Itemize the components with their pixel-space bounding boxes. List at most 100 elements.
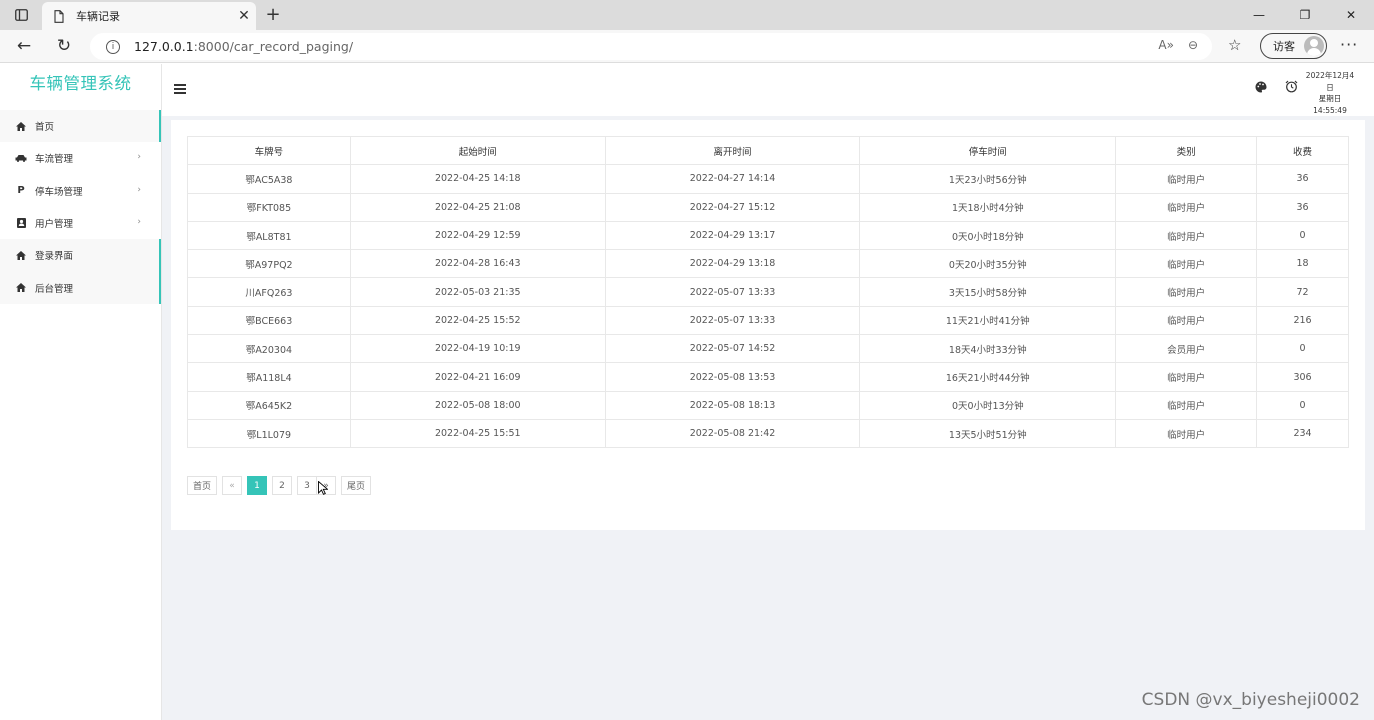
duration-cell: 3天15小时58分钟 <box>859 277 1117 307</box>
sidebar-item-traffic[interactable]: 车流管理 › <box>0 142 161 174</box>
leave-time-cell: 2022-05-08 18:13 <box>604 390 861 420</box>
plate-cell: 鄂A97PQ2 <box>187 249 351 279</box>
chevron-right-icon: › <box>137 152 141 163</box>
table-row: 鄂AL8T81 2022-04-29 12:59 2022-04-29 13:17 0… <box>187 220 1349 251</box>
fee-cell: 0 <box>1256 220 1349 251</box>
table-row: 鄂AC5A38 2022-04-25 14:18 2022-04-27 14:14 1… <box>187 164 1349 194</box>
start-time-cell: 2022-04-28 16:43 <box>349 249 606 279</box>
start-time-cell: 2022-04-25 15:51 <box>349 418 606 449</box>
start-time-cell: 2022-04-29 12:59 <box>349 220 606 251</box>
top-header: 2022年12月4日 星期日 14:55:49 <box>162 64 1374 116</box>
main-content: 车牌号 起始时间 离开时间 停车时间 类别 收费 鄂AC5A38 2022-04-… <box>162 116 1374 720</box>
leave-time-cell: 2022-05-08 21:42 <box>604 418 861 449</box>
home-icon <box>15 283 27 293</box>
tab-title: 车辆记录 <box>76 10 120 23</box>
sidebar-item-label: 登录界面 <box>35 251 74 263</box>
fee-cell: 306 <box>1256 362 1349 392</box>
sidebar-item-users[interactable]: 用户管理 › <box>0 207 161 239</box>
car-icon <box>15 154 27 162</box>
home-icon <box>15 121 27 131</box>
last-page-button[interactable]: 尾页 <box>341 476 372 495</box>
fee-cell: 72 <box>1256 277 1349 307</box>
leave-time-cell: 2022-04-29 13:18 <box>604 249 861 279</box>
datetime-display: 2022年12月4日 星期日 14:55:49 <box>1304 70 1356 116</box>
close-tab-icon[interactable]: ✕ <box>232 8 256 24</box>
category-cell: 临时用户 <box>1115 362 1258 392</box>
page-1-button[interactable]: 1 <box>247 476 268 495</box>
prev-page-button[interactable]: « <box>222 476 243 495</box>
first-page-button[interactable]: 首页 <box>187 476 218 495</box>
read-aloud-icon[interactable]: A» <box>1158 38 1174 52</box>
category-cell: 临时用户 <box>1115 277 1258 307</box>
table-header-row: 车牌号 起始时间 离开时间 停车时间 类别 收费 <box>187 135 1349 166</box>
plate-cell: 鄂A118L4 <box>187 362 351 392</box>
start-time-cell: 2022-05-08 18:00 <box>349 390 606 420</box>
page-icon <box>54 9 66 23</box>
back-icon[interactable]: ← <box>12 35 36 57</box>
plate-cell: 鄂BCE663 <box>187 305 351 336</box>
new-tab-button[interactable]: + <box>262 4 284 26</box>
tab-actions-icon[interactable] <box>10 6 32 24</box>
address-bar[interactable]: i 127.0.0.1:8000/car_record_paging/ A» ⊖ <box>90 33 1212 60</box>
table-row: 鄂BCE663 2022-04-25 15:52 2022-05-07 13:33 1… <box>187 305 1349 336</box>
menu-toggle-icon[interactable] <box>174 84 186 94</box>
category-cell: 临时用户 <box>1115 220 1258 251</box>
page-2-button[interactable]: 2 <box>272 476 293 495</box>
alarm-clock-icon[interactable] <box>1285 80 1298 96</box>
avatar <box>1304 36 1324 56</box>
minimize-icon[interactable]: — <box>1236 0 1282 30</box>
palette-icon[interactable] <box>1255 81 1267 96</box>
start-time-cell: 2022-04-21 16:09 <box>349 362 606 392</box>
table-row: 鄂A97PQ2 2022-04-28 16:43 2022-04-29 13:18 0… <box>187 249 1349 279</box>
sidebar-item-login[interactable]: 登录界面 <box>0 239 161 272</box>
leave-time-cell: 2022-04-27 14:14 <box>604 164 861 194</box>
plate-cell: 鄂L1L079 <box>187 418 351 449</box>
sidebar-item-parking[interactable]: P 停车场管理 › <box>0 175 161 207</box>
duration-cell: 11天21小时41分钟 <box>859 305 1117 336</box>
table-row: 川AFQ263 2022-05-03 21:35 2022-05-07 13:33 3… <box>187 277 1349 307</box>
favorites-icon[interactable]: ☆ <box>1228 36 1241 54</box>
table-row: 鄂FKT085 2022-04-25 21:08 2022-04-27 15:12 1… <box>187 192 1349 222</box>
page-3-button[interactable]: 3 <box>297 476 318 495</box>
start-time-cell: 2022-05-03 21:35 <box>349 277 606 307</box>
pagination: 首页 « 1 2 3 » 尾页 <box>187 476 376 495</box>
parking-icon: P <box>17 185 25 197</box>
browser-tab-bar: 车辆记录 ✕ + — ❐ ✕ <box>0 0 1374 30</box>
user-icon <box>15 218 27 229</box>
browser-toolbar: ← ↻ i 127.0.0.1:8000/car_record_paging/ … <box>0 30 1374 63</box>
sidebar-item-admin[interactable]: 后台管理 <box>0 271 161 304</box>
leave-time-cell: 2022-05-07 13:33 <box>604 305 861 336</box>
zoom-icon[interactable]: ⊖ <box>1188 38 1198 52</box>
duration-cell: 1天18小时4分钟 <box>859 192 1117 222</box>
start-time-cell: 2022-04-25 21:08 <box>349 192 606 222</box>
window-controls: — ❐ ✕ <box>1236 0 1374 30</box>
site-info-icon[interactable]: i <box>106 39 120 54</box>
category-cell: 临时用户 <box>1115 249 1258 279</box>
duration-cell: 0天0小时13分钟 <box>859 390 1117 420</box>
close-window-icon[interactable]: ✕ <box>1328 0 1374 30</box>
plate-cell: 鄂A645K2 <box>187 390 351 420</box>
fee-cell: 0 <box>1256 390 1349 420</box>
sidebar: 车辆管理系统 首页 车流管理 › P 停车场管理 › 用户管理 › 登录界面 后… <box>0 64 162 720</box>
plate-cell: 鄂AL8T81 <box>187 220 351 251</box>
leave-time-cell: 2022-05-07 14:52 <box>604 334 861 364</box>
table-row: 鄂A645K2 2022-05-08 18:00 2022-05-08 18:13 0… <box>187 390 1349 420</box>
reload-icon[interactable]: ↻ <box>52 35 76 57</box>
plate-cell: 鄂AC5A38 <box>187 164 351 194</box>
profile-button[interactable]: 访客 <box>1260 33 1327 59</box>
duration-cell: 16天21小时44分钟 <box>859 362 1117 392</box>
profile-label: 访客 <box>1273 40 1295 53</box>
column-header-start-time: 起始时间 <box>349 135 606 166</box>
table-row: 鄂L1L079 2022-04-25 15:51 2022-05-08 21:42 1… <box>187 418 1349 449</box>
sidebar-item-home[interactable]: 首页 <box>0 110 161 143</box>
more-icon[interactable]: ··· <box>1340 35 1358 54</box>
column-header-plate: 车牌号 <box>187 135 351 166</box>
duration-cell: 0天20小时35分钟 <box>859 249 1117 279</box>
restore-icon[interactable]: ❐ <box>1282 0 1328 30</box>
home-icon <box>15 250 27 260</box>
plate-cell: 鄂A20304 <box>187 334 351 364</box>
browser-tab[interactable]: 车辆记录 ✕ <box>42 2 256 30</box>
url-text[interactable]: 127.0.0.1:8000/car_record_paging/ <box>134 39 353 54</box>
mouse-cursor-icon <box>318 481 328 495</box>
leave-time-cell: 2022-04-29 13:17 <box>604 220 861 251</box>
